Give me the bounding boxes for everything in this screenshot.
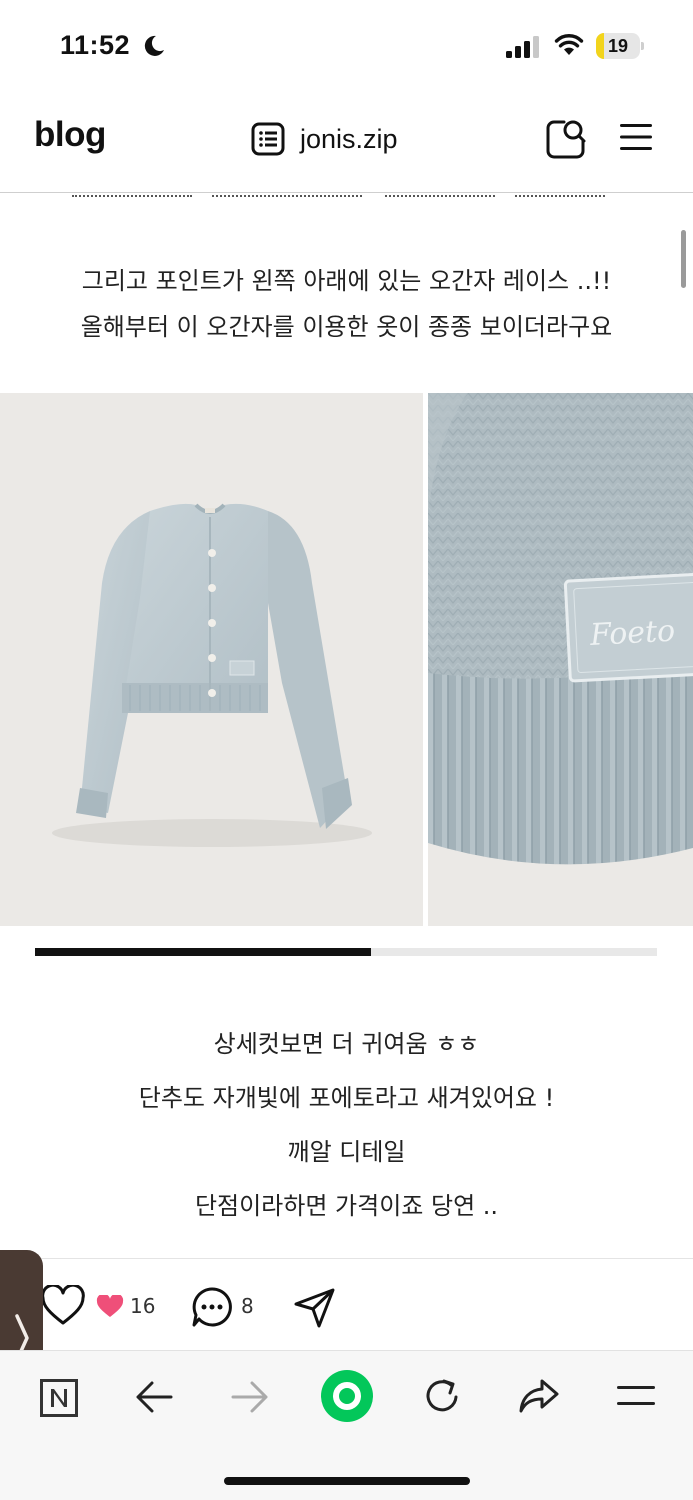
post-text-line: 상세컷보면 더 귀여움 ㅎㅎ	[213, 1030, 480, 1058]
comment-icon[interactable]	[190, 1285, 234, 1333]
carousel-progress-fill	[35, 948, 371, 956]
cut-off-text-line	[0, 193, 693, 203]
battery-percent: 19	[607, 36, 629, 56]
post-text-line: 올해부터 이 오간자를 이용한 옷이 종종 보이더라구요	[80, 313, 613, 341]
label-embroidery-text: Foeto	[588, 614, 676, 653]
naver-n-icon[interactable]	[40, 1379, 78, 1421]
cardigan-detail-photo[interactable]: Foeto	[428, 393, 693, 926]
post-text-line: 깨알 디테일	[287, 1138, 406, 1166]
comment-count: 8	[241, 1294, 254, 1318]
blog-title-link[interactable]: jonis.zip	[250, 119, 398, 159]
like-count: 16	[130, 1294, 156, 1318]
status-time: 11:52	[60, 30, 131, 60]
post-list-icon	[251, 122, 285, 156]
post-paragraph: 상세컷보면 더 귀여움 ㅎㅎ 단추도 자개빛에 포에토라고 새겨있어요 ! 깨알…	[0, 1017, 693, 1233]
carousel-progress-bar	[35, 948, 657, 956]
post-text-line: 단점이라하면 가격이죠 당연 ..	[194, 1192, 499, 1220]
cellular-signal-icon	[506, 36, 542, 62]
forward-arrow-icon[interactable]	[230, 1379, 270, 1419]
blog-logo[interactable]: blog	[34, 115, 106, 155]
post-action-bar: 16 8	[0, 1258, 693, 1350]
blog-header: blog jonis.zip	[0, 95, 693, 193]
sympathy-heart-icon	[96, 1293, 124, 1323]
wifi-icon	[554, 33, 584, 61]
post-paragraph: 그리고 포인트가 왼쪽 아래에 있는 오간자 레이스 ..!! 올해부터 이 오…	[0, 258, 693, 350]
blog-search-icon[interactable]	[544, 117, 588, 165]
battery-icon: 19	[596, 33, 644, 59]
home-indicator	[224, 1477, 470, 1485]
like-heart-icon[interactable]	[40, 1283, 86, 1331]
share-icon[interactable]	[518, 1377, 560, 1419]
green-dot-icon[interactable]	[320, 1369, 374, 1427]
back-arrow-icon[interactable]	[134, 1379, 174, 1419]
hamburger-menu-icon[interactable]	[618, 121, 654, 157]
share-send-icon[interactable]	[293, 1287, 337, 1333]
moon-icon	[142, 34, 166, 62]
post-text-line: 단추도 자개빛에 포에토라고 새겨있어요 !	[138, 1084, 555, 1112]
status-bar: 11:52 19	[0, 0, 693, 95]
menu-icon[interactable]	[616, 1383, 656, 1413]
blog-name: jonis.zip	[300, 123, 398, 154]
post-text-line: 그리고 포인트가 왼쪽 아래에 있는 오간자 레이스 ..!!	[81, 267, 612, 295]
photo-carousel[interactable]: Foeto	[0, 393, 693, 926]
cardigan-photo[interactable]	[0, 393, 423, 926]
refresh-icon[interactable]	[421, 1375, 463, 1421]
